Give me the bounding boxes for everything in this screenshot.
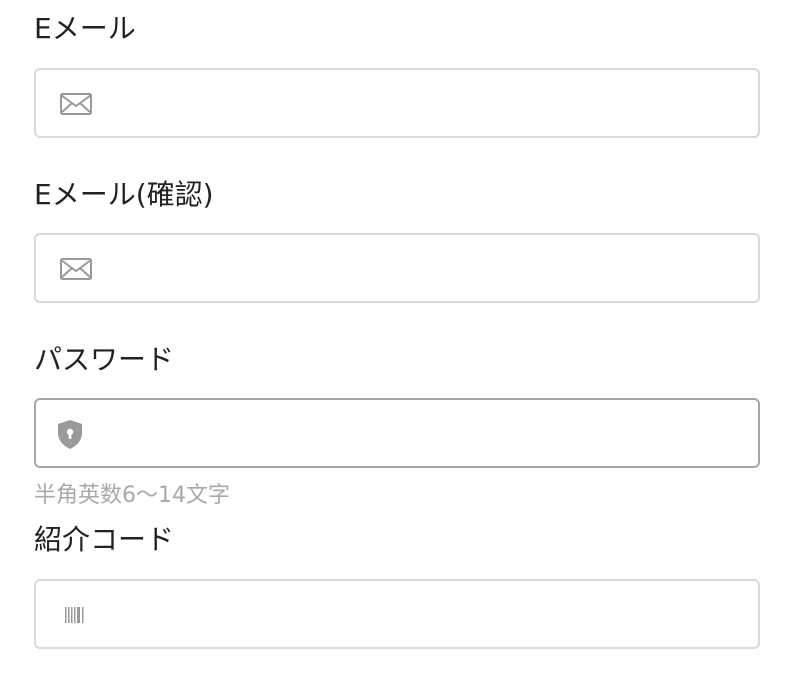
password-input[interactable] xyxy=(116,400,740,468)
shield-lock-icon xyxy=(54,418,86,450)
email-confirm-field[interactable] xyxy=(34,233,760,303)
email-field[interactable] xyxy=(34,68,760,138)
email-label: Eメール xyxy=(34,12,136,45)
password-field[interactable] xyxy=(34,398,760,468)
email-confirm-label: Eメール(確認) xyxy=(34,178,214,211)
barcode-icon xyxy=(64,606,88,624)
password-hint: 半角英数6〜14文字 xyxy=(34,483,230,508)
email-input[interactable] xyxy=(116,70,740,138)
password-label: パスワード xyxy=(34,343,175,376)
email-confirm-input[interactable] xyxy=(116,235,740,303)
envelope-icon xyxy=(58,90,94,118)
referral-code-label: 紹介コード xyxy=(34,523,175,556)
referral-code-field[interactable] xyxy=(34,579,760,649)
referral-code-input[interactable] xyxy=(116,581,740,649)
envelope-icon xyxy=(58,255,94,283)
